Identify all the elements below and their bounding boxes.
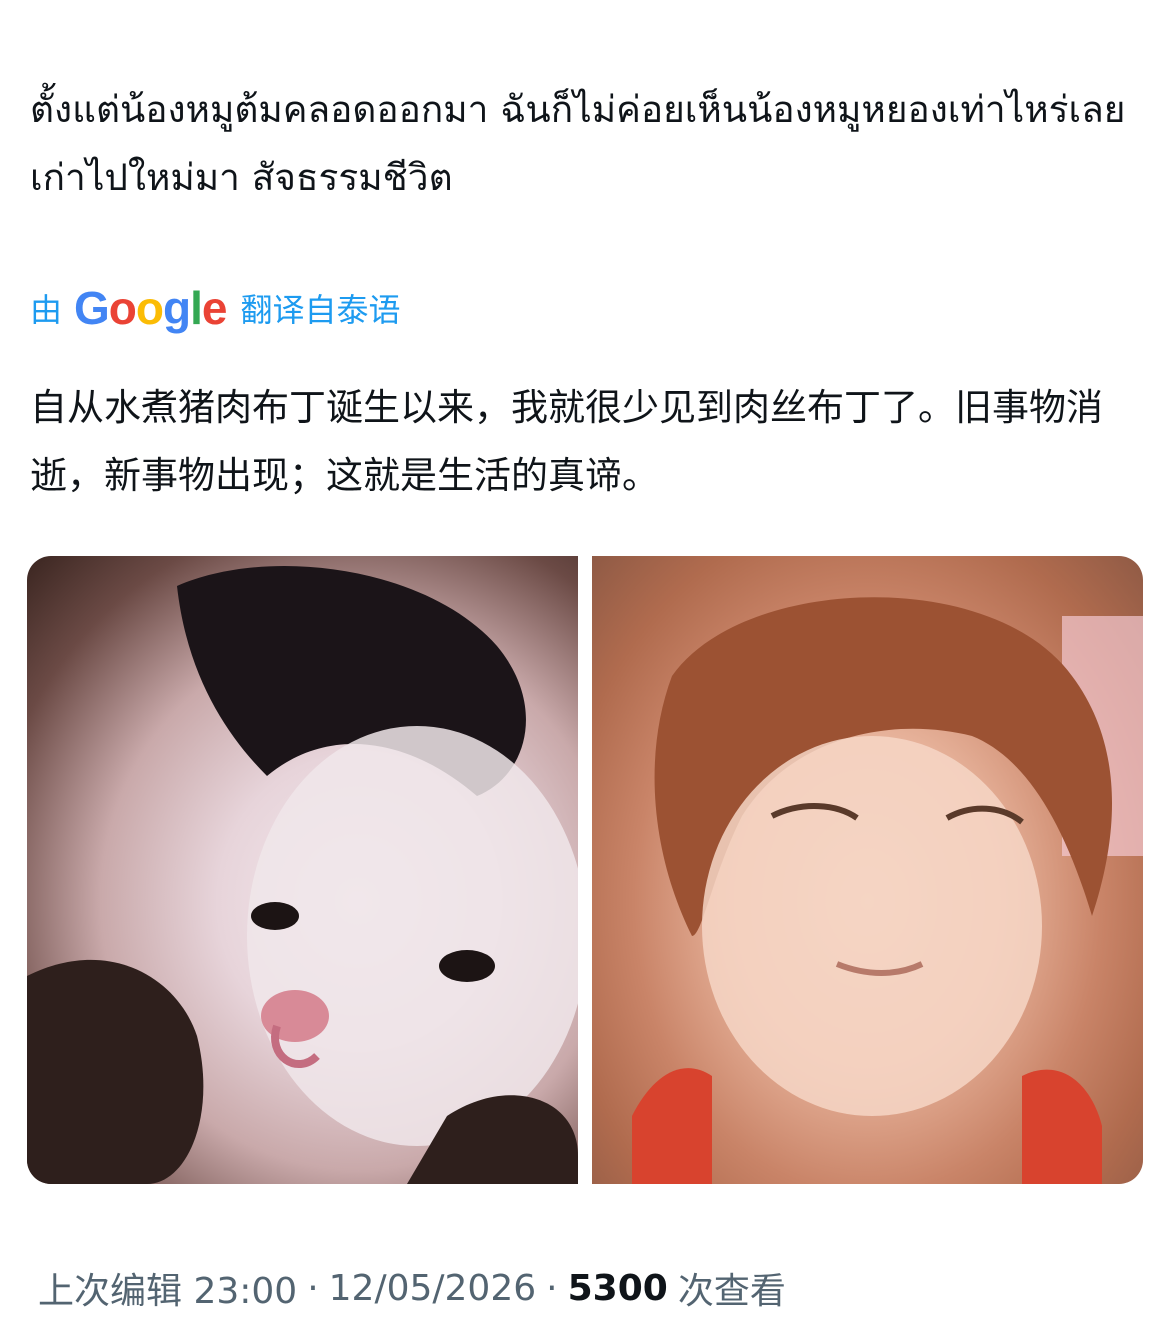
translated-text: 自从水煮猪肉布丁诞生以来，我就很少见到肉丝布丁了。旧事物消逝，新事物出现；这就是…: [30, 386, 1103, 497]
media-grid: [27, 556, 1143, 1184]
views-label: 次查看: [677, 1271, 786, 1312]
tweet-text: ตั้งแต่น้องหมูต้มคลอดออกมา ฉันก็ไม่ค่อยเ…: [30, 88, 1126, 199]
meta-separator: ·: [546, 1267, 558, 1309]
media-photo-2[interactable]: [592, 556, 1143, 1184]
translation-attribution[interactable]: 由 Google 翻译自泰语: [30, 278, 401, 338]
media-photo-1[interactable]: [27, 556, 578, 1184]
meta-separator: ·: [307, 1267, 319, 1309]
child-photo-playful-icon: [27, 566, 578, 1184]
child-photo-eyes-closed-icon: [632, 597, 1143, 1184]
tweet-meta: 上次编辑 23:00 · 12/05/2026 · 5300 次查看: [38, 1260, 786, 1316]
edited-timestamp[interactable]: 上次编辑 23:00: [38, 1262, 297, 1314]
google-logo: Google: [74, 282, 227, 334]
post-date[interactable]: 12/05/2026: [329, 1268, 537, 1309]
translation-prefix: 由: [30, 291, 63, 329]
translation-source-label: 翻译自泰语: [240, 291, 401, 329]
views-count[interactable]: 5300: [568, 1268, 668, 1309]
